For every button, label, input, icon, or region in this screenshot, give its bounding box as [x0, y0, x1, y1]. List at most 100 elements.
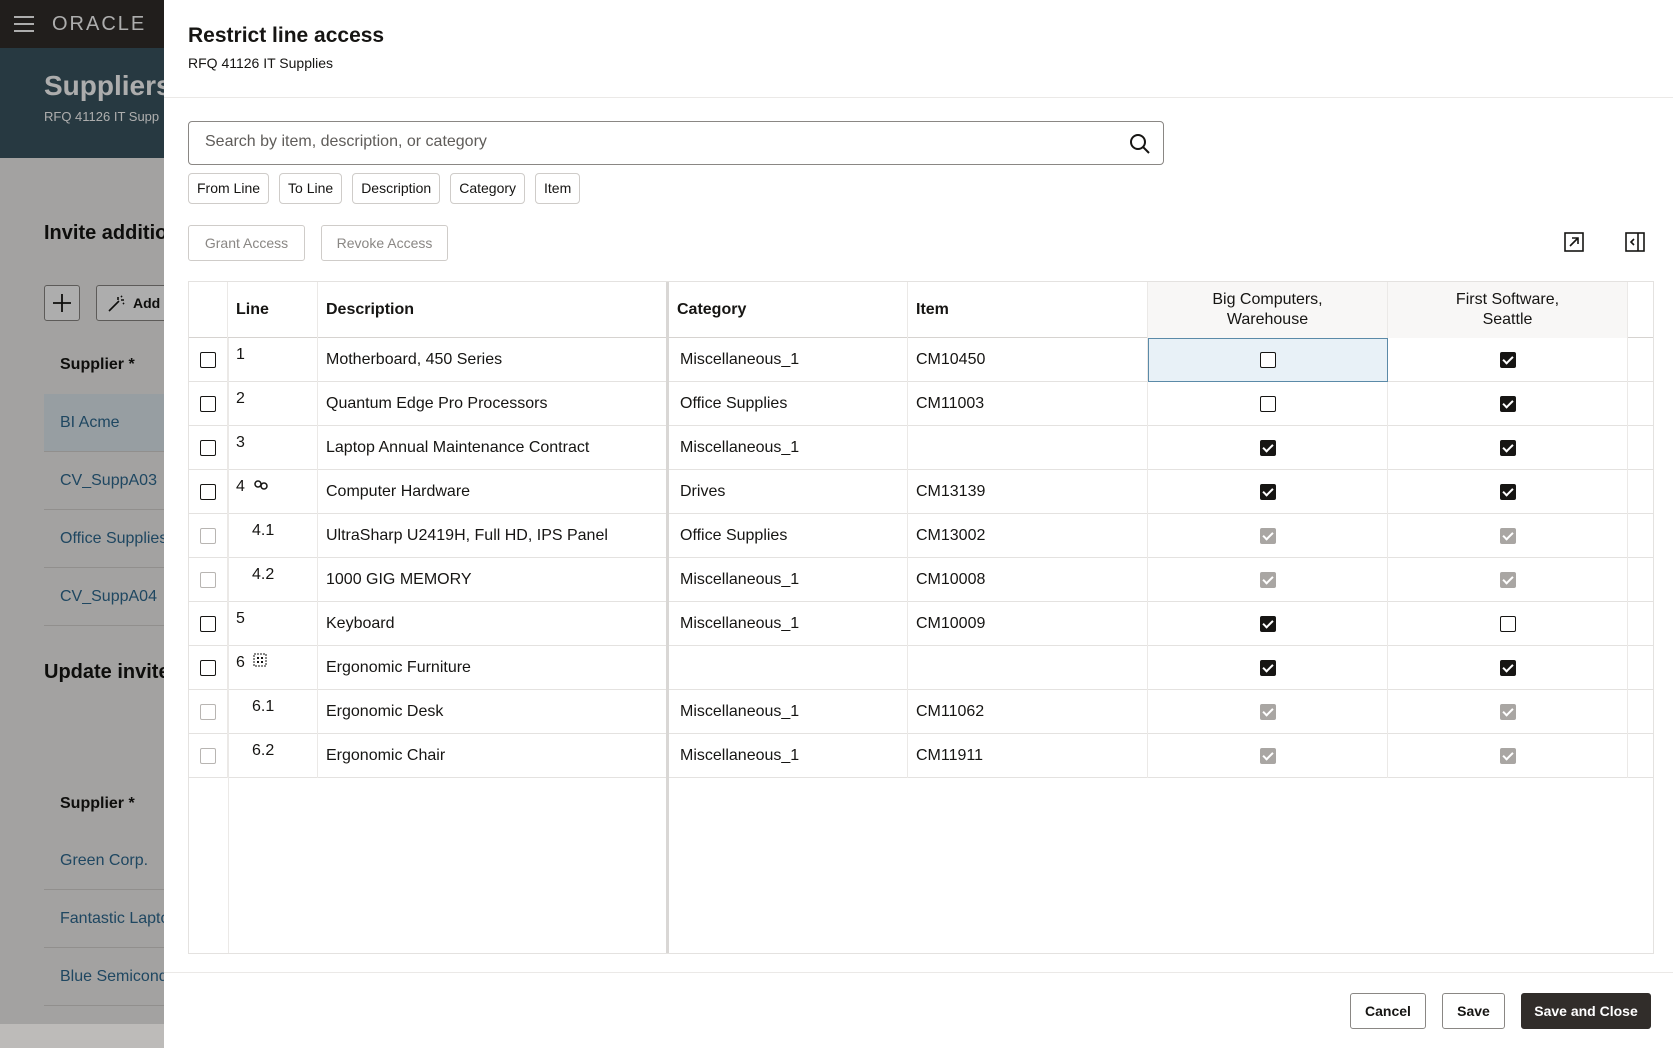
table-row[interactable]: 5 Keyboard Miscellaneous_1 CM10009 [189, 602, 1653, 646]
category-cell: Office Supplies [669, 382, 908, 426]
panel-collapse-icon[interactable] [1624, 231, 1646, 253]
description-cell: Ergonomic Chair [318, 734, 669, 778]
access-checkbox-first-software[interactable] [1499, 440, 1516, 456]
table-row[interactable]: 6.1 Ergonomic Desk Miscellaneous_1 CM11062 [189, 690, 1653, 734]
line-column-header[interactable]: Line [228, 282, 318, 338]
access-checkbox-first-software[interactable] [1499, 484, 1516, 500]
line-cell: 6 [228, 646, 318, 690]
item-cell: CM10008 [908, 558, 1148, 602]
row-select-cell [189, 338, 228, 382]
access-checkbox-first-software[interactable] [1499, 748, 1516, 764]
description-cell: Motherboard, 450 Series [318, 338, 669, 382]
save-button[interactable]: Save [1442, 993, 1505, 1029]
supplier-big-computers-cell[interactable] [1148, 602, 1388, 646]
description-column-header[interactable]: Description [318, 282, 669, 338]
access-checkbox-big-computers[interactable] [1259, 616, 1276, 632]
access-checkbox-first-software[interactable] [1499, 528, 1516, 544]
access-checkbox-big-computers[interactable] [1259, 440, 1276, 456]
row-select-checkbox[interactable] [200, 484, 216, 500]
filter-category[interactable]: Category [450, 173, 526, 204]
description-cell: Quantum Edge Pro Processors [318, 382, 669, 426]
row-select-checkbox[interactable] [200, 572, 216, 588]
row-select-checkbox[interactable] [200, 528, 216, 544]
row-select-cell [189, 646, 228, 690]
row-select-checkbox[interactable] [200, 352, 216, 368]
search-input[interactable] [205, 122, 1105, 162]
grant-access-button[interactable]: Grant Access [188, 225, 305, 261]
description-cell: UltraSharp U2419H, Full HD, IPS Panel [318, 514, 669, 558]
supplier-first-software-cell[interactable] [1388, 470, 1628, 514]
filter-item[interactable]: Item [535, 173, 581, 204]
table-row[interactable]: 4.2 1000 GIG MEMORY Miscellaneous_1 CM10008 [189, 558, 1653, 602]
supplier-big-computers-cell[interactable] [1148, 646, 1388, 690]
supplier-first-software-cell[interactable] [1388, 338, 1628, 382]
revoke-access-button[interactable]: Revoke Access [321, 225, 448, 261]
search-box[interactable] [188, 121, 1164, 165]
supplier-big-computers-cell[interactable] [1148, 558, 1388, 602]
access-checkbox-big-computers[interactable] [1259, 484, 1276, 500]
detach-icon[interactable] [1563, 231, 1585, 253]
supplier-first-software-cell[interactable] [1388, 602, 1628, 646]
category-column-header[interactable]: Category [669, 282, 908, 338]
access-checkbox-big-computers[interactable] [1259, 352, 1276, 368]
filter-to-line[interactable]: To Line [279, 173, 343, 204]
search-icon[interactable] [1129, 133, 1151, 155]
line-number: 5 [236, 610, 245, 627]
access-checkbox-first-software[interactable] [1499, 616, 1516, 632]
table-row[interactable]: 6 Ergonomic Furniture [189, 646, 1653, 690]
access-checkbox-first-software[interactable] [1499, 396, 1516, 412]
supplier-big-computers-cell[interactable] [1148, 470, 1388, 514]
supplier-first-software-cell[interactable] [1388, 646, 1628, 690]
table-row[interactable]: 3 Laptop Annual Maintenance Contract Misce… [189, 426, 1653, 470]
supplier-big-computers-cell[interactable] [1148, 338, 1388, 382]
save-and-close-button[interactable]: Save and Close [1521, 993, 1651, 1029]
row-select-checkbox[interactable] [200, 616, 216, 632]
supplier-first-software-cell[interactable] [1388, 690, 1628, 734]
access-checkbox-first-software[interactable] [1499, 704, 1516, 720]
supplier-big-computers-cell[interactable] [1148, 734, 1388, 778]
supplier-first-software-cell[interactable] [1388, 558, 1628, 602]
row-select-checkbox[interactable] [200, 440, 216, 456]
cancel-button[interactable]: Cancel [1350, 993, 1426, 1029]
row-select-checkbox[interactable] [200, 748, 216, 764]
supplier-big-computers-cell[interactable] [1148, 382, 1388, 426]
filter-description[interactable]: Description [352, 173, 441, 204]
access-checkbox-first-software[interactable] [1499, 572, 1516, 588]
access-checkbox-big-computers[interactable] [1259, 528, 1276, 544]
frozen-column-divider[interactable] [666, 282, 669, 953]
item-column-header[interactable]: Item [908, 282, 1148, 338]
supplier-first-software-cell[interactable] [1388, 734, 1628, 778]
line-cell: 4.1 [228, 514, 318, 558]
supplier-big-computers-cell[interactable] [1148, 426, 1388, 470]
line-number: 4 [236, 478, 245, 496]
description-cell: Computer Hardware [318, 470, 669, 514]
line-number: 6 [236, 654, 245, 672]
supplier-first-software-header[interactable]: First Software, Seattle [1388, 282, 1628, 338]
filter-from-line[interactable]: From Line [188, 173, 270, 204]
supplier-first-software-cell[interactable] [1388, 426, 1628, 470]
item-cell [908, 646, 1148, 690]
table-row[interactable]: 4 Computer Hardware Drives CM13139 [189, 470, 1653, 514]
row-select-checkbox[interactable] [200, 396, 216, 412]
access-checkbox-big-computers[interactable] [1259, 660, 1276, 676]
category-cell: Miscellaneous_1 [669, 338, 908, 382]
access-checkbox-big-computers[interactable] [1259, 572, 1276, 588]
table-row[interactable]: 6.2 Ergonomic Chair Miscellaneous_1 CM11911 [189, 734, 1653, 778]
access-checkbox-big-computers[interactable] [1259, 704, 1276, 720]
access-checkbox-first-software[interactable] [1499, 660, 1516, 676]
row-select-checkbox[interactable] [200, 660, 216, 676]
supplier-first-software-cell[interactable] [1388, 382, 1628, 426]
table-row[interactable]: 2 Quantum Edge Pro Processors Office Suppl… [189, 382, 1653, 426]
row-select-checkbox[interactable] [200, 704, 216, 720]
supplier-first-software-cell[interactable] [1388, 514, 1628, 558]
supplier-big-computers-cell[interactable] [1148, 514, 1388, 558]
line-cell: 4 [228, 470, 318, 514]
access-checkbox-first-software[interactable] [1499, 352, 1516, 368]
table-row[interactable]: 4.1 UltraSharp U2419H, Full HD, IPS Panel… [189, 514, 1653, 558]
access-checkbox-big-computers[interactable] [1259, 748, 1276, 764]
access-checkbox-big-computers[interactable] [1259, 396, 1276, 412]
supplier-big-computers-cell[interactable] [1148, 690, 1388, 734]
table-row[interactable]: 1 Motherboard, 450 Series Miscellaneous_1 C… [189, 338, 1653, 382]
supplier-big-computers-header[interactable]: Big Computers, Warehouse [1148, 282, 1388, 338]
column-divider [228, 338, 229, 953]
